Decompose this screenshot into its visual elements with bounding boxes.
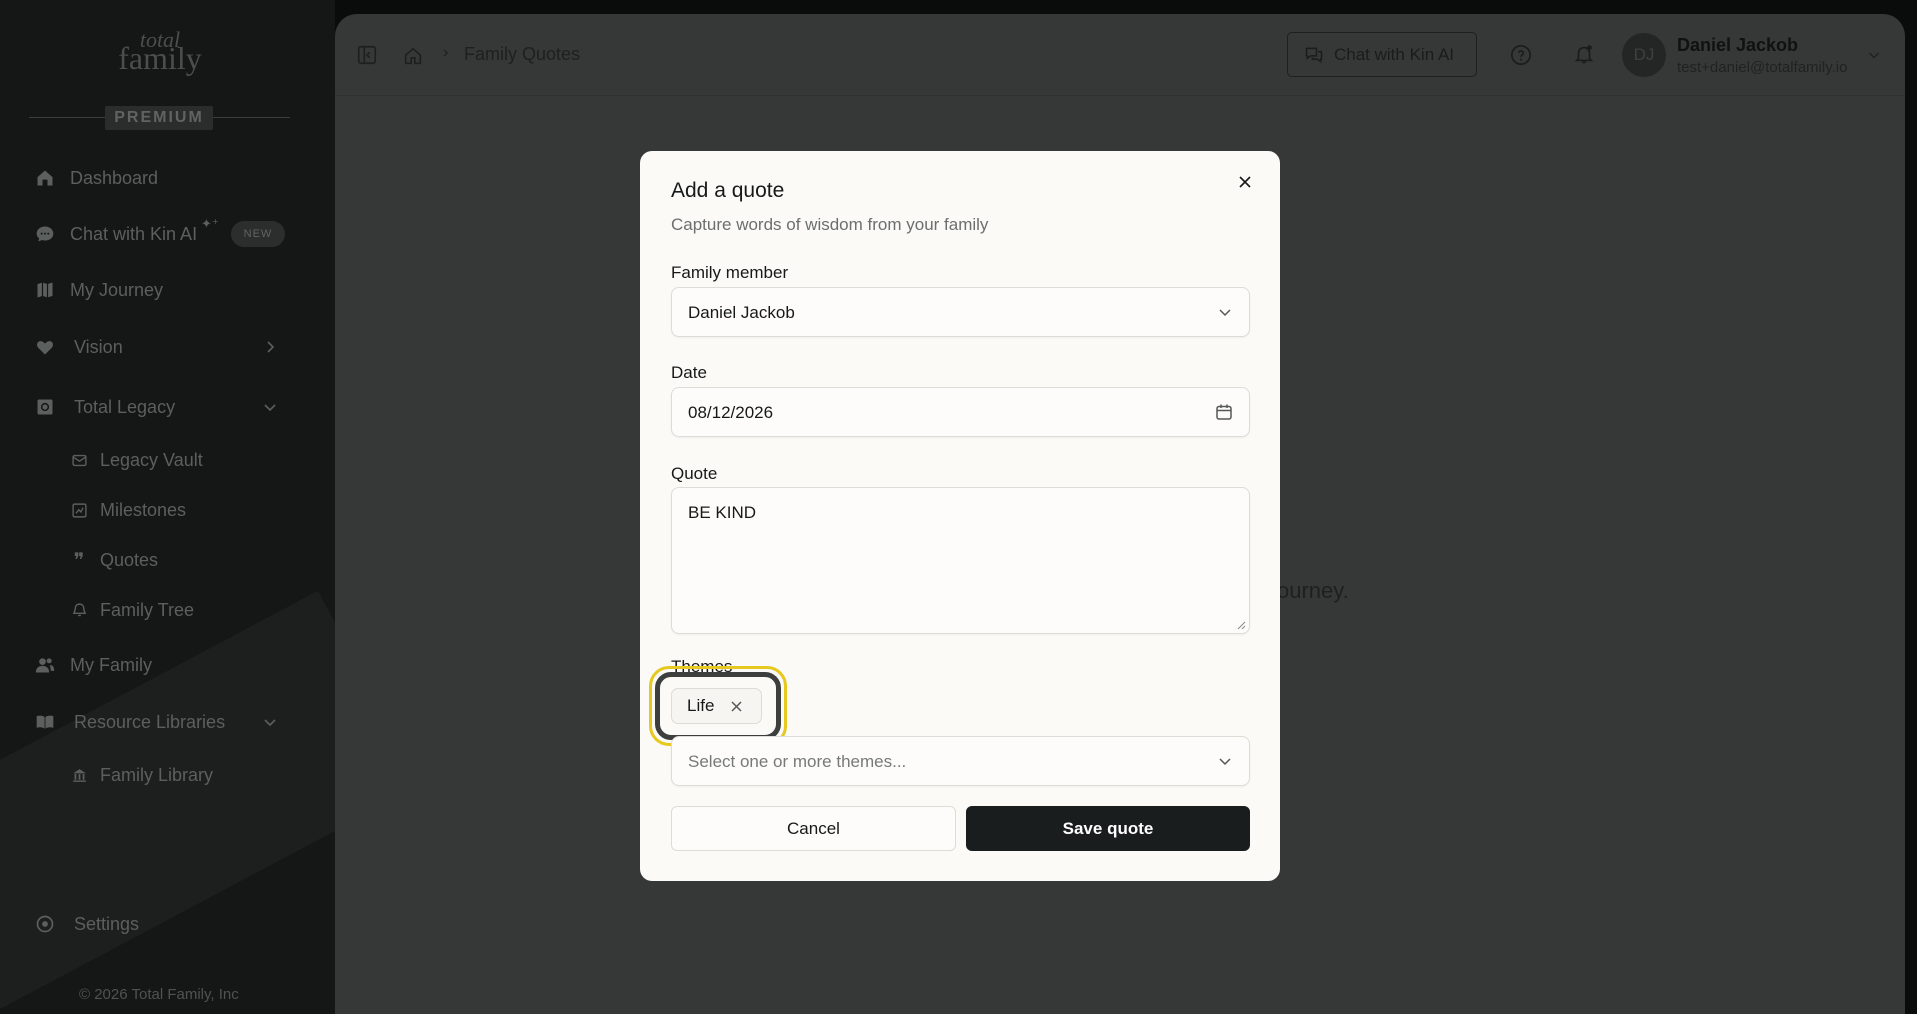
sidebar-item-family-tree[interactable]: Family Tree [70, 594, 194, 626]
library-icon [70, 766, 88, 784]
calendar-icon[interactable] [1215, 403, 1233, 421]
date-input[interactable]: 08/12/2026 [671, 387, 1250, 437]
chevron-down-icon [1219, 758, 1231, 766]
sidebar-item-settings[interactable]: Settings [34, 906, 139, 942]
add-quote-modal: Add a quote Capture words of wisdom from… [640, 151, 1280, 881]
sidebar-item-quotes[interactable]: ❞ Quotes [70, 544, 158, 576]
settings-icon [34, 913, 56, 935]
family-member-label: Family member [671, 263, 789, 282]
sidebar-item-resource-libraries[interactable]: Resource Libraries [34, 704, 225, 740]
help-icon[interactable] [1509, 43, 1533, 67]
sidebar-item-my-family[interactable]: My Family [34, 647, 152, 683]
quote-textarea[interactable]: BE KIND [671, 487, 1250, 634]
chat-icon [1305, 47, 1323, 63]
modal-title: Add a quote [671, 179, 785, 202]
tree-icon [70, 601, 88, 619]
sidebar: total family PREMIUM Dashboard Chat with… [0, 0, 335, 1014]
sidebar-item-legacy-vault[interactable]: Legacy Vault [70, 444, 203, 476]
sidebar-toggle-icon[interactable] [355, 43, 379, 67]
user-name: Daniel Jackob [1677, 35, 1799, 55]
sidebar-item-total-legacy[interactable]: Total Legacy [34, 389, 175, 425]
chevron-down-icon[interactable] [262, 714, 278, 730]
modal-subtitle: Capture words of wisdom from your family [671, 215, 989, 234]
home-icon[interactable] [401, 44, 425, 68]
chevron-right-icon[interactable] [262, 339, 278, 355]
chevron-down-icon[interactable] [262, 399, 278, 415]
heart-icon [34, 336, 56, 358]
users-icon [34, 654, 56, 676]
chevron-down-icon[interactable] [1867, 48, 1881, 62]
resize-handle-icon[interactable] [1237, 621, 1246, 630]
premium-divider: PREMIUM [29, 106, 290, 130]
theme-chip: Life [671, 688, 762, 724]
book-icon [34, 711, 56, 733]
logo[interactable]: total family [0, 29, 320, 75]
copyright: © 2026 Total Family, Inc [79, 986, 239, 1003]
quote-icon: ❞ [73, 548, 85, 572]
sidebar-item-family-library[interactable]: Family Library [70, 759, 213, 791]
breadcrumb[interactable]: Family Quotes [464, 44, 580, 65]
new-badge: NEW [231, 221, 285, 247]
vault-icon [34, 396, 56, 418]
chevron-down-icon [1219, 309, 1231, 317]
close-button[interactable] [1234, 171, 1256, 193]
mail-icon [70, 451, 88, 469]
quote-label: Quote [671, 464, 718, 483]
breadcrumb-separator: › [443, 44, 449, 61]
chat-icon [34, 223, 56, 245]
avatar[interactable]: DJ [1622, 33, 1666, 77]
sidebar-item-dashboard[interactable]: Dashboard [34, 160, 158, 196]
sidebar-item-chat[interactable]: Chat with Kin AI [34, 216, 197, 252]
premium-badge: PREMIUM [105, 106, 213, 130]
cancel-button[interactable]: Cancel [671, 806, 956, 851]
sidebar-item-milestones[interactable]: Milestones [70, 494, 186, 526]
milestone-icon [70, 501, 88, 519]
sidebar-item-my-journey[interactable]: My Journey [34, 272, 163, 308]
family-member-select[interactable]: Daniel Jackob [671, 287, 1250, 337]
sparkle-icon: ✦⁺ [201, 216, 219, 231]
save-quote-button[interactable]: Save quote [966, 806, 1250, 851]
sidebar-item-vision[interactable]: Vision [34, 329, 123, 365]
user-email: test+daniel@totalfamily.io [1677, 59, 1848, 76]
remove-theme-icon[interactable] [730, 700, 743, 713]
themes-select[interactable]: Select one or more themes... [671, 736, 1250, 786]
close-icon [1239, 176, 1251, 188]
date-label: Date [671, 363, 707, 382]
topbar: › Family Quotes Chat with Kin AI DJ Dani… [335, 14, 1905, 96]
map-icon [34, 279, 56, 301]
home-icon [34, 167, 56, 189]
bell-icon[interactable] [1572, 42, 1596, 66]
chat-with-kin-button[interactable]: Chat with Kin AI [1287, 32, 1477, 77]
